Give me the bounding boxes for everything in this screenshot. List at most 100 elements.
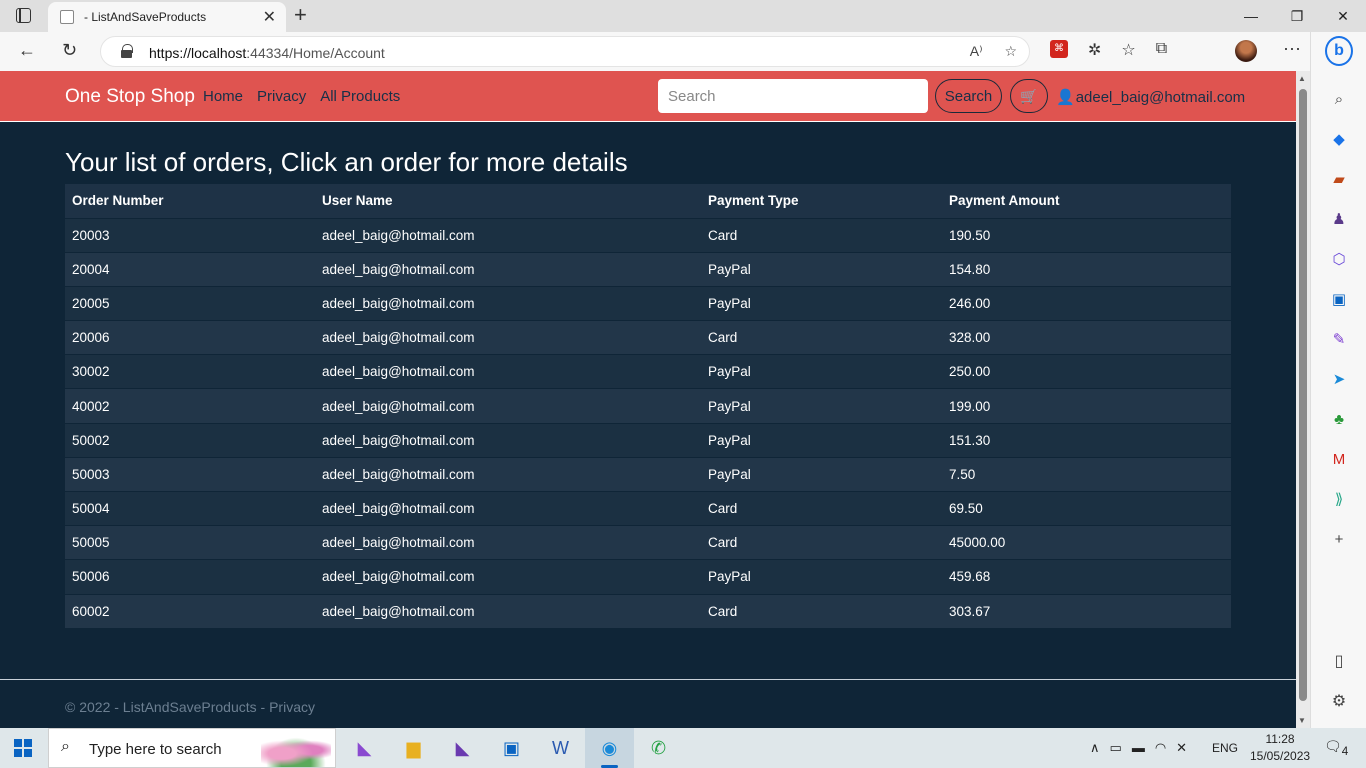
orders-table-body: 20003 adeel_baig@hotmail.com Card 190.50 200… [65,217,1231,629]
windows-taskbar: ⌕ Type here to search ◣ ▆ ◣ ▣ W ◉ ✆ ∧ ▭ … [0,728,1366,768]
refresh-icon[interactable]: ↻ [62,40,77,61]
file-explorer-icon[interactable]: ▆ [389,728,438,768]
restore-icon[interactable]: ❐ [1274,0,1320,32]
nav-all-products[interactable]: All Products [320,88,400,105]
url-text[interactable]: https://localhost:44334/Home/Account [149,45,385,61]
lock-icon[interactable] [121,44,133,58]
brackets-icon[interactable]: ⟫ [1311,480,1366,520]
minimize-icon[interactable]: — [1228,0,1274,32]
cart-icon: 🛒 [1020,87,1038,104]
cart-button[interactable]: 🛒 [1010,79,1048,113]
table-row[interactable]: 20006 adeel_baig@hotmail.com Card 328.00 [65,320,1231,355]
cell-payment-amount: 45000.00 [942,525,1231,560]
add-favorite-icon[interactable]: ☆ [1004,43,1017,59]
sidebar-toggle-icon[interactable]: ▯ [1311,642,1366,682]
gmail-icon[interactable]: M [1311,440,1366,480]
meet-icon[interactable]: ▭ [1110,740,1122,756]
cell-payment-type: PayPal [701,422,942,458]
table-row[interactable]: 50002 adeel_baig@hotmail.com PayPal 151.30 [65,422,1231,458]
tools-icon[interactable]: ▰ [1311,160,1366,200]
cell-order-number: 50005 [65,525,315,560]
nav-home[interactable]: Home [203,88,243,105]
nav-privacy[interactable]: Privacy [257,88,306,105]
settings-gear-icon[interactable]: ⚙ [1311,682,1366,722]
table-row[interactable]: 50005 adeel_baig@hotmail.com Card 45000.00 [65,525,1231,560]
whatsapp-icon[interactable]: ✆ [634,728,683,768]
tab-actions-icon[interactable] [16,8,31,23]
nav-links: Home Privacy All Products [203,88,400,105]
profile-avatar[interactable] [1235,40,1257,62]
page-title: Your list of orders, Click an order for … [65,147,628,177]
outlook-taskbar-icon[interactable]: ▣ [487,728,536,768]
games-icon[interactable]: ♟ [1311,200,1366,240]
table-row[interactable]: 40002 adeel_baig@hotmail.com PayPal 199.00 [65,388,1231,424]
user-account-link[interactable]: 👤adeel_baig@hotmail.com [1056,88,1245,106]
cell-user-name: adeel_baig@hotmail.com [315,285,701,321]
cell-user-name: adeel_baig@hotmail.com [315,320,701,355]
visual-studio-preview-icon[interactable]: ◣ [438,728,487,768]
show-hidden-icons-icon[interactable]: ∧ [1090,740,1100,756]
bing-icon[interactable]: b [1325,36,1353,66]
designer-icon[interactable]: ✎ [1311,320,1366,360]
pdf-extension-icon[interactable]: ⌘ [1050,40,1068,58]
outlook-icon[interactable]: ▣ [1311,280,1366,320]
send-icon[interactable]: ➤ [1311,360,1366,400]
cell-order-number: 50004 [65,490,315,526]
cell-payment-type: PayPal [701,559,942,595]
cell-payment-type: Card [701,525,942,560]
search-button[interactable]: Search [935,79,1002,113]
shopping-icon[interactable]: ◆ [1311,120,1366,160]
collections-icon[interactable]: ⧉ [1156,40,1167,60]
search-input[interactable] [658,79,928,113]
search-highlight-image [261,733,331,767]
brand-link[interactable]: One Stop Shop [65,86,195,108]
tree-icon[interactable]: ♣ [1311,400,1366,440]
table-row[interactable]: 50004 adeel_baig@hotmail.com Card 69.50 [65,490,1231,526]
back-icon[interactable]: ← [18,40,36,61]
word-icon[interactable]: W [536,728,585,768]
more-options-icon[interactable]: ··· [1283,38,1301,59]
browser-tab[interactable]: - ListAndSaveProducts ✕ [48,2,286,32]
close-tab-icon[interactable]: ✕ [263,7,276,27]
extensions-icon[interactable]: ✲ [1088,40,1101,60]
table-row[interactable]: 20003 adeel_baig@hotmail.com Card 190.50 [65,217,1231,253]
table-row[interactable]: 50006 adeel_baig@hotmail.com PayPal 459.68 [65,559,1231,595]
read-aloud-icon[interactable]: A⁾ [970,43,983,59]
cell-user-name: adeel_baig@hotmail.com [315,559,701,595]
footer-privacy-link[interactable]: Privacy [269,699,315,715]
notifications-icon[interactable]: 🗨4 [1324,738,1348,758]
edge-taskbar-icon[interactable]: ◉ [585,728,634,768]
volume-muted-icon[interactable]: ✕ [1176,740,1187,756]
table-row[interactable]: 20004 adeel_baig@hotmail.com PayPal 154.80 [65,251,1231,287]
new-tab-icon[interactable]: + [294,2,307,28]
cell-payment-type: PayPal [701,251,942,287]
windows-start-icon[interactable] [14,739,32,757]
favorites-icon[interactable]: ☆ [1121,40,1135,60]
wifi-icon[interactable]: ◠ [1155,740,1166,756]
window-controls: — ❐ ✕ [1228,0,1366,32]
taskbar-search-text: Type here to search [89,741,222,758]
cell-payment-type: Card [701,320,942,355]
visual-studio-icon[interactable]: ◣ [340,728,389,768]
battery-icon[interactable]: ▬ [1132,740,1145,756]
address-bar[interactable]: https://localhost:44334/Home/Account A⁾ … [100,36,1030,67]
scroll-up-icon[interactable]: ▲ [1298,74,1306,83]
table-row[interactable]: 30002 adeel_baig@hotmail.com PayPal 250.00 [65,354,1231,389]
scroll-thumb[interactable] [1299,89,1307,701]
header-payment-amount: Payment Amount [942,184,1231,219]
table-row[interactable]: 60002 adeel_baig@hotmail.com Card 303.67 [65,593,1231,629]
scroll-down-icon[interactable]: ▼ [1298,716,1306,725]
cell-order-number: 40002 [65,388,315,424]
close-window-icon[interactable]: ✕ [1320,0,1366,32]
table-row[interactable]: 50003 adeel_baig@hotmail.com PayPal 7.50 [65,456,1231,492]
language-indicator[interactable]: ENG [1212,741,1238,755]
taskbar-search[interactable]: ⌕ Type here to search [48,728,336,768]
page-scrollbar[interactable]: ▲ ▼ [1296,71,1310,728]
taskbar-apps: ◣ ▆ ◣ ▣ W ◉ ✆ [340,728,683,768]
office-icon[interactable]: ⬡ [1311,240,1366,280]
clock[interactable]: 11:28 15/05/2023 [1250,731,1310,765]
search-icon[interactable]: ⌕ [1311,80,1366,120]
address-toolbar: ← ↻ https://localhost:44334/Home/Account… [0,32,1366,71]
add-sidebar-icon[interactable]: + [1311,520,1366,560]
table-row[interactable]: 20005 adeel_baig@hotmail.com PayPal 246.00 [65,285,1231,321]
